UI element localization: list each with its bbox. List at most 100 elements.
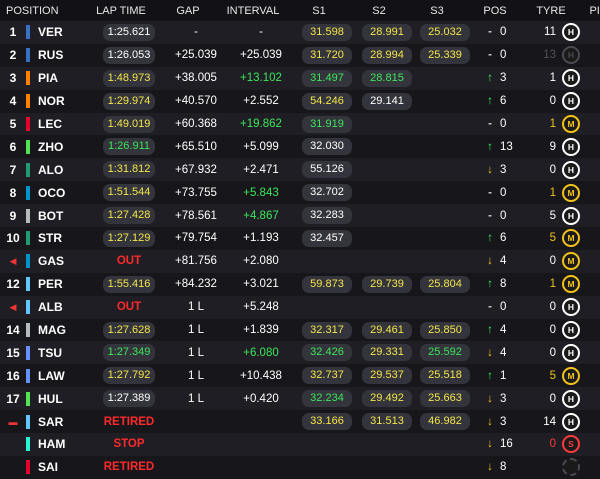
tyre-cell: 9H <box>532 137 586 156</box>
driver-code[interactable]: GAS <box>38 254 92 268</box>
retired-icon: ▬ <box>8 416 18 427</box>
gap-value: +40.570 <box>175 95 217 108</box>
gap-value: +38.005 <box>175 72 217 85</box>
sector-s2-time: 28.991 <box>362 23 412 41</box>
s3-cell <box>416 465 474 469</box>
interval-value: +25.039 <box>240 49 282 62</box>
team-color-bar <box>26 162 30 177</box>
table-row[interactable]: 10STR1:27.129+79.754+1.19332.457↑65M3 <box>0 227 600 250</box>
position-change-value: 3 <box>500 72 507 85</box>
driver-code[interactable]: SAR <box>38 415 92 429</box>
lap-status: OUT <box>116 255 142 268</box>
position-change: ↑ 1 <box>474 370 532 382</box>
table-row[interactable]: 4 NOR 1:29.974 +40.570 +2.552 54.246 29.141 ↑ 6 0… <box>0 89 600 113</box>
pit-count: 3 <box>586 95 600 107</box>
table-row[interactable]: 9BOT1:27.428+78.561+4.86732.283-05H3 <box>0 204 600 228</box>
interval-value: +0.420 <box>243 392 279 405</box>
table-row[interactable]: 6 ZHO 1:26.911 +65.510 +5.099 32.030 ↑ 13 9H2 <box>0 135 600 159</box>
driver-code[interactable]: NOR <box>38 94 92 108</box>
driver-code[interactable]: PER <box>38 277 92 291</box>
tyre-age: 0 <box>549 392 556 405</box>
s1-cell: 31.598 <box>296 23 358 41</box>
table-header: POSITION LAP TIME GAP INTERVAL S1 S2 S3 … <box>0 0 600 21</box>
tyre-cell: 5H <box>532 206 586 225</box>
driver-code[interactable]: PIA <box>38 71 92 85</box>
position-change: ↓ 4 <box>474 255 532 267</box>
position-change: ↓ 3 <box>474 164 532 176</box>
table-row[interactable]: 15 TSU 1:27.349 1 L +6.080 32.426 29.331 25.592… <box>0 341 600 365</box>
pit-count: 3 <box>586 347 600 359</box>
table-row[interactable]: 16 LAW 1:27.792 1 L +10.438 32.737 29.537 25.51… <box>0 364 600 388</box>
s2-cell: 31.513 <box>358 413 416 431</box>
driver-code[interactable]: TSU <box>38 346 92 360</box>
table-row[interactable]: 2 RUS 1:26.053 +25.039 +25.039 31.720 28.994 25… <box>0 43 600 67</box>
team-color-bar <box>26 94 30 109</box>
driver-code[interactable]: RUS <box>38 48 92 62</box>
s2-cell <box>358 465 416 469</box>
arrow-up-icon: ↑ <box>487 72 493 85</box>
position-change-value: 4 <box>500 324 507 337</box>
header-position[interactable]: POSITION <box>0 5 84 17</box>
header-s2[interactable]: S2 <box>350 5 408 17</box>
driver-code[interactable]: ALB <box>38 300 92 314</box>
s3-cell: 25.804 <box>416 275 474 293</box>
sector-s1-time: 32.457 <box>302 229 352 247</box>
table-row[interactable]: HAM STOP ↓ 16 0S0 <box>0 433 600 456</box>
position-number: 12 <box>6 277 20 292</box>
header-s1[interactable]: S1 <box>288 5 350 17</box>
header-gap[interactable]: GAP <box>158 5 218 17</box>
s3-cell <box>416 122 474 126</box>
driver-code[interactable]: VER <box>38 25 92 39</box>
table-row[interactable]: 17 HUL 1:27.389 1 L +0.420 32.234 29.492 25.663… <box>0 387 600 411</box>
driver-code[interactable]: ZHO <box>38 140 92 154</box>
header-lap-time[interactable]: LAP TIME <box>84 5 158 17</box>
position-number: 10 <box>6 231 20 246</box>
no-change-icon: - <box>488 186 492 199</box>
driver-code[interactable]: LEC <box>38 117 92 131</box>
driver-code[interactable]: MAG <box>38 323 92 337</box>
s3-cell <box>416 76 474 80</box>
header-s3[interactable]: S3 <box>408 5 466 17</box>
interval-value: +2.471 <box>243 163 279 176</box>
driver-code[interactable]: BOT <box>38 209 92 223</box>
position-change: ↑ 8 <box>474 278 532 290</box>
table-row[interactable]: 5LEC1:49.019+60.368+19.86231.919-01M3 <box>0 112 600 136</box>
team-color-bar <box>26 208 30 223</box>
sector-s1-time: 32.283 <box>302 207 352 225</box>
driver-code[interactable]: STR <box>38 231 92 245</box>
table-row[interactable]: ▬SARRETIRED33.16631.51346.982↓314H2 <box>0 410 600 434</box>
driver-code[interactable]: ALO <box>38 163 92 177</box>
table-row[interactable]: 14 MAG 1:27.628 1 L +1.839 32.317 29.461 25.850… <box>0 318 600 342</box>
position-change: ↑ 6 <box>474 95 532 107</box>
table-row[interactable]: 7ALO1:31.812+67.932+2.47155.126↓30H3 <box>0 158 600 182</box>
driver-code[interactable]: LAW <box>38 369 92 383</box>
no-change-icon: - <box>488 118 492 130</box>
header-tyre[interactable]: TYRE <box>524 5 578 17</box>
lap-time: 1:27.389 <box>102 390 156 408</box>
header-pit[interactable]: PIT <box>578 5 600 17</box>
tyre-age: 0 <box>549 301 556 314</box>
table-row[interactable]: 1VER1:25.621--31.59828.99125.032-011H2 <box>0 21 600 44</box>
driver-code[interactable]: OCO <box>38 186 92 200</box>
table-row[interactable]: ◀ALBOUT1 L+5.248-00H3 <box>0 295 600 319</box>
s2-cell <box>358 442 416 446</box>
driver-code[interactable]: SAI <box>38 460 92 474</box>
table-row[interactable]: SAIRETIRED↓80 <box>0 455 600 479</box>
sector-s1-time: 31.720 <box>302 46 352 64</box>
table-row[interactable]: 12 PER 1:55.416 +84.232 +3.021 59.873 29.739 25… <box>0 272 600 296</box>
timing-table: POSITION LAP TIME GAP INTERVAL S1 S2 S3 … <box>0 0 600 479</box>
soft-tyre-icon: S <box>562 435 580 454</box>
gap-value: +60.368 <box>175 118 217 130</box>
header-interval[interactable]: INTERVAL <box>218 5 288 17</box>
team-color-bar <box>26 139 30 154</box>
arrow-down-icon: ↓ <box>487 461 493 474</box>
driver-code[interactable]: HUL <box>38 392 92 406</box>
position-number: 8 <box>9 185 17 200</box>
table-row[interactable]: 8OCO1:51.544+73.755+5.84332.702-01M3 <box>0 181 600 205</box>
s3-cell <box>416 145 474 149</box>
interval-value: +5.099 <box>243 140 279 153</box>
driver-code[interactable]: HAM <box>38 437 92 451</box>
header-pos[interactable]: POS <box>466 5 524 17</box>
table-row[interactable]: ◀GASOUT+81.756+2.080↓40M3 <box>0 249 600 273</box>
table-row[interactable]: 3 PIA 1:48.973 +38.005 +13.102 31.497 28.815 ↑ 3… <box>0 66 600 90</box>
